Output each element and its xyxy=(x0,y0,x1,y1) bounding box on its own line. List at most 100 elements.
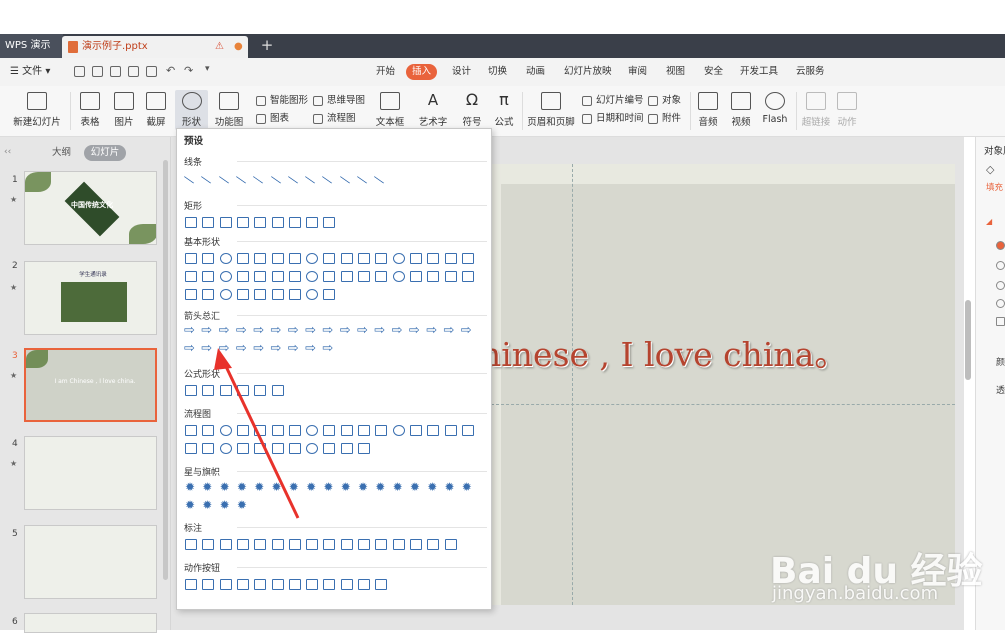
shape-option-icon[interactable] xyxy=(219,323,232,338)
shape-option-icon[interactable] xyxy=(271,253,284,264)
shape-option-icon[interactable] xyxy=(340,271,353,282)
shape-option-icon[interactable] xyxy=(271,271,284,282)
shape-option-icon[interactable] xyxy=(340,443,353,454)
tab-review[interactable]: 审阅 xyxy=(622,64,653,80)
slide-thumbnail-4[interactable] xyxy=(24,436,157,510)
current-slide[interactable] xyxy=(491,164,955,605)
shape-option-icon[interactable] xyxy=(201,323,214,338)
tab-transition[interactable]: 切换 xyxy=(482,64,513,80)
shape-option-icon[interactable] xyxy=(185,253,197,264)
shape-option-icon[interactable] xyxy=(185,385,197,396)
shape-option-icon[interactable] xyxy=(236,289,249,300)
shape-option-icon[interactable] xyxy=(340,579,353,590)
shape-option-icon[interactable] xyxy=(375,425,388,436)
tab-security[interactable]: 安全 xyxy=(698,64,729,80)
fill-bucket-icon[interactable]: ◇ xyxy=(986,163,994,176)
shape-option-icon[interactable] xyxy=(393,480,405,494)
video-button[interactable]: 视频 xyxy=(726,90,756,128)
shape-option-icon[interactable] xyxy=(323,480,335,494)
shape-option-icon[interactable] xyxy=(202,217,215,228)
shape-option-icon[interactable] xyxy=(304,170,320,184)
print-preview-icon[interactable] xyxy=(146,66,157,77)
shape-option-icon[interactable] xyxy=(323,443,336,454)
shape-option-icon[interactable] xyxy=(409,271,422,282)
image-button[interactable]: 图片 xyxy=(110,90,138,128)
shape-option-icon[interactable] xyxy=(427,480,439,494)
tab-home[interactable]: 开始 xyxy=(370,64,401,80)
shape-option-icon[interactable] xyxy=(236,217,249,228)
shape-option-icon[interactable] xyxy=(219,217,232,228)
shape-option-icon[interactable] xyxy=(374,323,387,338)
shape-option-icon[interactable] xyxy=(339,170,354,184)
shape-option-icon[interactable] xyxy=(461,271,474,282)
shape-option-icon[interactable] xyxy=(288,289,301,300)
customize-toolbar-icon[interactable]: ▾ xyxy=(205,64,210,74)
shape-option-icon[interactable] xyxy=(185,443,197,454)
shape-option-icon[interactable] xyxy=(323,539,336,550)
shape-option-icon[interactable] xyxy=(323,289,336,300)
thumbnail-scrollbar[interactable] xyxy=(163,160,168,580)
shape-option-icon[interactable] xyxy=(322,170,337,184)
slides-tab[interactable]: 幻灯片 xyxy=(84,145,126,161)
shapes-button[interactable]: 形状 xyxy=(175,90,208,130)
horizontal-guide-line[interactable] xyxy=(491,404,955,405)
shape-option-icon[interactable] xyxy=(375,480,387,494)
shape-option-icon[interactable] xyxy=(236,253,249,264)
shape-option-icon[interactable] xyxy=(427,539,440,550)
shape-option-icon[interactable] xyxy=(392,323,405,338)
shape-option-icon[interactable] xyxy=(375,271,388,282)
shape-option-icon[interactable] xyxy=(392,425,405,436)
shape-option-icon[interactable] xyxy=(254,271,267,282)
vertical-guide-line[interactable] xyxy=(572,164,573,605)
tab-slideshow[interactable]: 幻灯片放映 xyxy=(558,64,618,80)
shape-option-icon[interactable] xyxy=(254,579,267,590)
shape-option-icon[interactable] xyxy=(185,539,197,550)
shape-option-icon[interactable] xyxy=(409,253,422,264)
shape-option-icon[interactable] xyxy=(375,579,388,590)
shape-option-icon[interactable] xyxy=(340,539,353,550)
shape-option-icon[interactable] xyxy=(288,579,301,590)
flowchart-button[interactable]: 流程图 xyxy=(313,111,356,127)
shape-option-icon[interactable] xyxy=(185,579,197,590)
shape-option-icon[interactable] xyxy=(358,480,370,494)
shape-option-icon[interactable] xyxy=(392,253,405,264)
slide-number-button[interactable]: 幻灯片编号 xyxy=(582,93,644,109)
shape-option-icon[interactable] xyxy=(236,539,249,550)
shape-option-icon[interactable] xyxy=(340,425,353,436)
slide-thumbnail-6[interactable] xyxy=(24,613,157,633)
shape-option-icon[interactable] xyxy=(305,323,318,338)
file-menu-button[interactable]: ☰ 文件 ▾ xyxy=(10,58,50,86)
new-slide-button[interactable]: 新建幻灯片 xyxy=(8,90,66,128)
shape-option-icon[interactable] xyxy=(254,253,267,264)
shape-option-icon[interactable] xyxy=(461,323,474,338)
shape-option-icon[interactable] xyxy=(219,289,232,300)
shape-option-icon[interactable] xyxy=(218,170,233,184)
shape-option-icon[interactable] xyxy=(270,170,285,184)
chart-button[interactable]: 图表 xyxy=(256,111,289,127)
shape-option-icon[interactable] xyxy=(253,323,266,338)
shape-option-icon[interactable] xyxy=(219,271,232,282)
shape-option-icon[interactable] xyxy=(184,323,197,338)
object-button[interactable]: 对象 xyxy=(648,93,681,109)
shape-option-icon[interactable] xyxy=(306,271,319,282)
flash-button[interactable]: Flash xyxy=(760,90,790,125)
shape-option-icon[interactable] xyxy=(375,253,388,264)
shape-option-icon[interactable] xyxy=(252,170,268,184)
slide-thumbnail-5[interactable] xyxy=(24,525,157,599)
shape-option-icon[interactable] xyxy=(445,480,457,494)
fill-option-checkbox[interactable] xyxy=(996,317,1005,326)
shape-option-icon[interactable] xyxy=(392,539,405,550)
shape-option-icon[interactable] xyxy=(183,170,199,184)
shape-option-icon[interactable] xyxy=(185,217,197,228)
canvas-scrollbar[interactable] xyxy=(965,300,971,380)
shape-option-icon[interactable] xyxy=(323,425,336,436)
screenshot-button[interactable]: 截屏 xyxy=(142,90,170,128)
shape-option-icon[interactable] xyxy=(271,323,284,338)
section-expand-icon[interactable]: ◢ xyxy=(986,217,992,226)
shape-option-icon[interactable] xyxy=(357,323,370,338)
shape-option-icon[interactable] xyxy=(254,539,267,550)
shape-option-icon[interactable] xyxy=(271,289,284,300)
shape-option-icon[interactable] xyxy=(427,425,440,436)
redo-icon[interactable]: ↷ xyxy=(184,64,193,77)
shape-option-icon[interactable] xyxy=(358,425,370,436)
